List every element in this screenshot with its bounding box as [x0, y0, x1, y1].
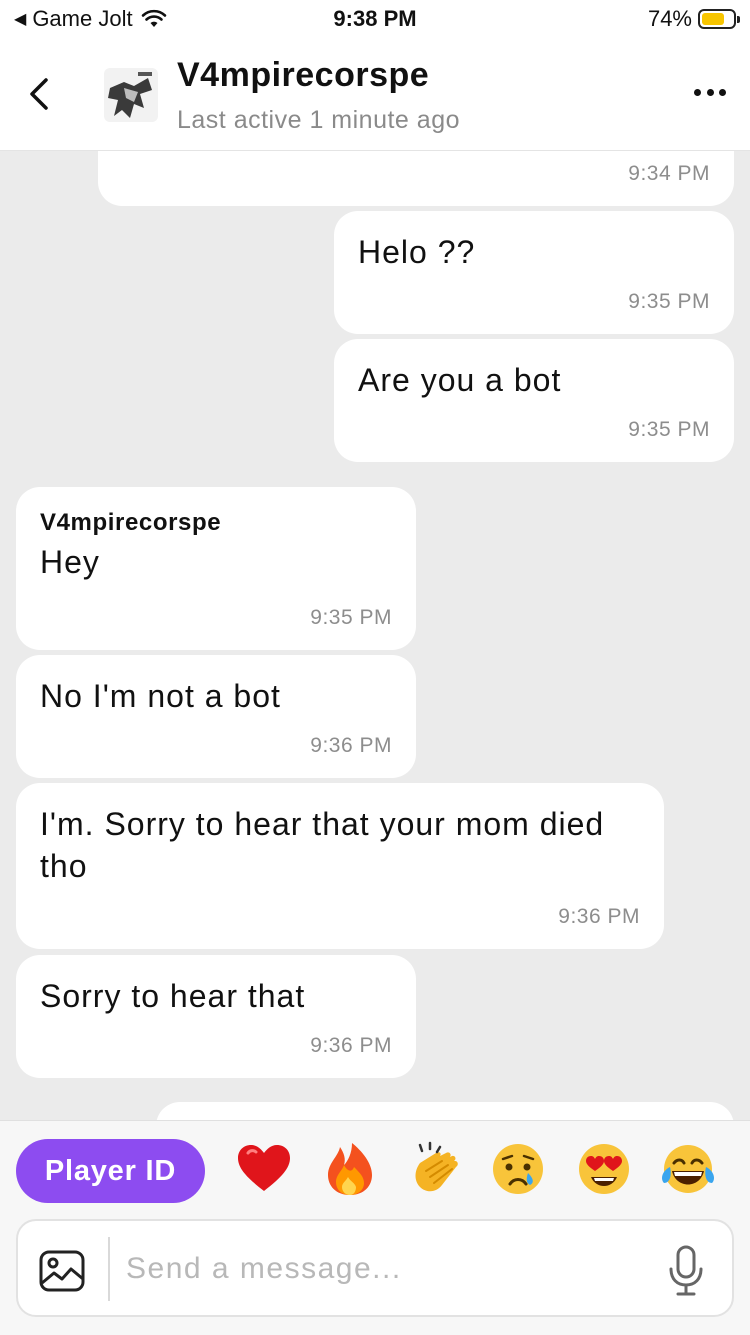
clock: 9:38 PM	[333, 6, 417, 31]
message-time: 9:36 PM	[558, 905, 640, 928]
message-bubble-outgoing-partial[interactable]	[156, 1102, 734, 1120]
composer-divider	[108, 1237, 110, 1301]
clapping-hands-emoji-icon[interactable]	[406, 1141, 462, 1197]
quick-reactions-bar: Player ID	[0, 1139, 750, 1203]
chat-header: V4mpirecorspe Last active 1 minute ago	[0, 40, 750, 151]
message-time: 9:35 PM	[310, 606, 392, 629]
message-bubble-incoming[interactable]: I'm. Sorry to hear that your mom died th…	[16, 783, 664, 949]
image-upload-icon[interactable]	[38, 1247, 86, 1295]
message-text: I'm. Sorry to hear that your mom died th…	[40, 806, 605, 884]
message-bubble-incoming[interactable]: No I'm not a bot 9:36 PM	[16, 655, 416, 778]
message-bubble-outgoing[interactable]: Helo ?? 9:35 PM	[334, 211, 734, 334]
microphone-icon[interactable]	[666, 1245, 706, 1297]
message-text: Sorry to hear that	[40, 978, 306, 1014]
player-id-button[interactable]: Player ID	[16, 1139, 205, 1203]
status-bar: ◀ Game Jolt 9:38 PM 74%	[0, 0, 750, 40]
last-active-status: Last active 1 minute ago	[177, 106, 460, 134]
message-time: 9:35 PM	[628, 418, 710, 441]
message-time: 9:36 PM	[310, 734, 392, 757]
message-bubble-outgoing[interactable]: Are you a bot 9:35 PM	[334, 339, 734, 462]
message-time: 9:36 PM	[310, 1034, 392, 1057]
more-horizontal-icon[interactable]	[694, 86, 726, 98]
message-bubble-incoming[interactable]: V4mpirecorspe Hey 9:35 PM	[16, 487, 416, 650]
message-input[interactable]	[124, 1243, 648, 1295]
message-composer	[16, 1219, 734, 1317]
chevron-left-icon[interactable]	[22, 74, 58, 114]
composer-panel: Player ID	[0, 1120, 750, 1335]
crying-face-emoji-icon[interactable]	[490, 1141, 546, 1197]
battery-percent: 74%	[647, 6, 692, 31]
tears-of-joy-emoji-icon[interactable]	[660, 1141, 716, 1197]
battery-icon	[698, 9, 740, 29]
avatar[interactable]	[104, 68, 158, 122]
battery-fill	[702, 13, 724, 25]
sender-name: V4mpirecorspe	[40, 509, 222, 536]
message-bubble-incoming[interactable]: Sorry to hear that 9:36 PM	[16, 955, 416, 1078]
message-time: 9:34 PM	[628, 162, 710, 185]
message-text: Are you a bot	[358, 362, 562, 398]
avatar-image	[104, 68, 158, 122]
message-text: Hey	[40, 544, 100, 580]
message-list[interactable]: 9:34 PM Helo ?? 9:35 PM Are you a bot 9:…	[0, 150, 750, 1120]
contact-name[interactable]: V4mpirecorspe	[177, 56, 429, 95]
message-text: No I'm not a bot	[40, 678, 281, 714]
message-bubble-outgoing[interactable]: 9:34 PM	[98, 150, 734, 206]
message-text: Helo ??	[358, 234, 476, 270]
heart-eyes-emoji-icon[interactable]	[576, 1141, 632, 1197]
red-heart-emoji-icon[interactable]	[236, 1141, 292, 1197]
message-time: 9:35 PM	[628, 290, 710, 313]
fire-emoji-icon[interactable]	[322, 1141, 378, 1197]
battery-indicator: 74%	[647, 6, 740, 32]
